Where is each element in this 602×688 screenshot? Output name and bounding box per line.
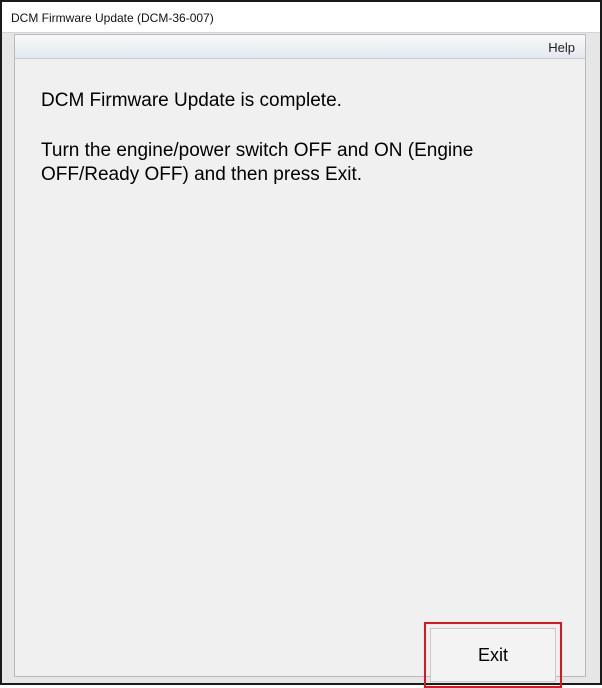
dialog-content: DCM Firmware Update is complete. Turn th…	[15, 59, 585, 688]
dialog-window: Help DCM Firmware Update is complete. Tu…	[14, 34, 586, 688]
menu-bar: Help	[15, 35, 585, 59]
screenshot-frame: DCM Firmware Update (DCM-36-007) Help DC…	[0, 0, 602, 688]
completion-message: DCM Firmware Update is complete.	[41, 90, 342, 111]
instruction-message: Turn the engine/power switch OFF and ON …	[41, 140, 474, 185]
title-bar: DCM Firmware Update (DCM-36-007)	[2, 2, 600, 33]
exit-highlight-box: Exit	[424, 622, 562, 688]
window-title: DCM Firmware Update (DCM-36-007)	[11, 11, 214, 25]
exit-button[interactable]: Exit	[430, 628, 556, 682]
menu-item-help[interactable]: Help	[544, 39, 579, 56]
